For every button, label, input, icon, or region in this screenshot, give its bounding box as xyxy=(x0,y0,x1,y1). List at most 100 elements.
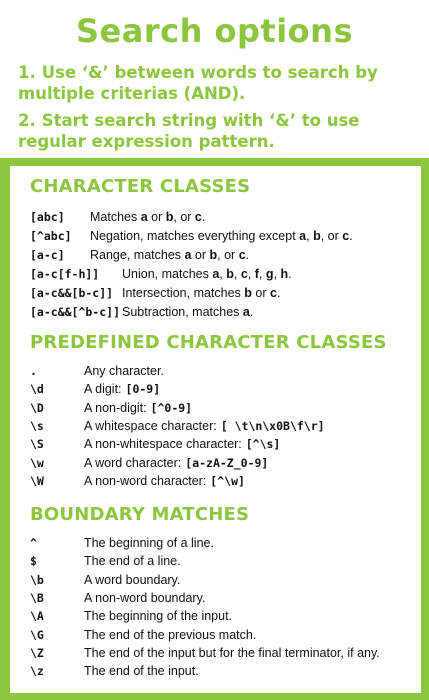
pattern-description: The end of the input but for the final t… xyxy=(84,645,380,660)
description-text: , xyxy=(233,267,241,281)
pattern-description: The end of the input. xyxy=(84,664,199,679)
description-text: . xyxy=(245,248,250,262)
pattern-description: The end of the previous match. xyxy=(84,627,257,642)
tip-text: Use ‘&’ between words to search by multi… xyxy=(18,63,378,103)
tip-number: 2. xyxy=(18,111,36,130)
pattern-code: [a-c&&[b-c]] xyxy=(30,286,114,300)
pattern-description: The beginning of a line. xyxy=(84,536,214,550)
tip-regex: 2. Start search string with ‘&’ to use re… xyxy=(18,110,418,152)
pattern-description: Matches a or b, or c. xyxy=(90,208,205,226)
section-title-boundary: BOUNDARY MATCHES xyxy=(30,504,250,525)
pattern-description: Subtraction, matches a. xyxy=(122,303,253,321)
pattern-description: A word character: [a-zA-Z_0-9] xyxy=(84,454,268,472)
pattern-code: [abc] xyxy=(30,210,65,224)
description-text: A non-word character: xyxy=(84,473,207,488)
highlighted-char: c xyxy=(238,248,246,262)
pattern-description: A non-word character: [^\w] xyxy=(84,472,245,490)
description-text: . xyxy=(288,267,292,281)
pattern-description: A non-word boundary. xyxy=(84,590,206,605)
reference-panel: CHARACTER CLASSES [abc] Matches a or b, o… xyxy=(10,166,421,693)
pattern-description: A whitespace character:[ \t\n\x0B\f\r] xyxy=(84,417,325,435)
pattern-code: \S xyxy=(30,437,44,452)
highlighted-char: a xyxy=(242,305,250,319)
description-text: Union, matches xyxy=(122,267,213,281)
description-text: . xyxy=(349,229,353,243)
highlighted-char: b xyxy=(244,286,252,300)
equivalent-pattern: [ \t\n\x0B\f\r] xyxy=(220,418,325,433)
section-title-predefined: PREDEFINED CHARACTER CLASSES xyxy=(30,332,387,353)
pattern-description: Negation, matches everything except a, b… xyxy=(90,227,353,245)
description-text: A non-digit: xyxy=(84,400,147,415)
pattern-code: \w xyxy=(30,455,44,470)
pattern-description: The beginning of the input. xyxy=(84,609,233,624)
pattern-code: [a-c&&[^b-c]] xyxy=(30,305,121,319)
description-text: or xyxy=(191,248,210,262)
page-title: Search options xyxy=(76,12,353,50)
description-text: A word character: xyxy=(84,455,182,470)
highlighted-char: h xyxy=(280,267,289,281)
pattern-code: . xyxy=(30,364,37,378)
header: Search options 1. Use ‘&’ between words t… xyxy=(0,0,429,158)
pattern-description: Intersection, matches b or c. xyxy=(122,284,280,302)
description-text: A whitespace character: xyxy=(84,418,217,433)
description-text: A digit: xyxy=(84,382,122,397)
highlighted-char: a xyxy=(140,210,148,224)
equivalent-pattern: [0-9] xyxy=(125,382,161,397)
pattern-code: \b xyxy=(30,572,44,587)
pattern-code: \s xyxy=(30,418,44,433)
description-text: , xyxy=(258,267,266,281)
highlighted-char: g xyxy=(265,267,274,281)
pattern-code: \Z xyxy=(30,645,44,660)
description-text: , or xyxy=(320,229,343,243)
equivalent-pattern: [a-zA-Z_0-9] xyxy=(185,455,269,470)
equivalent-pattern: [^\w] xyxy=(210,473,245,488)
description-text: , or xyxy=(217,248,239,262)
description-text: Any character. xyxy=(84,364,164,378)
pattern-code: \A xyxy=(30,609,44,624)
pattern-code: \d xyxy=(30,382,44,397)
pattern-description: A non-digit: [^0-9] xyxy=(84,399,192,417)
description-text: or xyxy=(147,210,166,224)
description-text: , xyxy=(247,267,255,281)
description-text: . xyxy=(249,305,254,319)
pattern-code: ^ xyxy=(30,536,37,550)
pattern-code: \G xyxy=(30,627,44,642)
pattern-code: $ xyxy=(30,554,37,569)
tip-and-search: 1. Use ‘&’ between words to search by mul… xyxy=(18,62,418,104)
highlighted-char: c xyxy=(269,286,277,300)
pattern-code: [a-c] xyxy=(30,248,65,262)
pattern-code: [^abc] xyxy=(30,229,72,243)
equivalent-pattern: [^0-9] xyxy=(150,400,193,415)
description-text: Negation, matches everything except xyxy=(90,229,300,243)
tip-number: 1. xyxy=(18,63,36,82)
pattern-code: \W xyxy=(30,473,44,488)
description-text: Range, matches xyxy=(90,248,185,262)
equivalent-pattern: [^\s] xyxy=(245,437,281,452)
tip-text: Start search string with ‘&’ to use regu… xyxy=(18,111,360,151)
description-text: Intersection, matches xyxy=(122,286,245,300)
pattern-description: A non-whitespace character: [^\s] xyxy=(84,435,280,453)
description-text: . xyxy=(201,210,206,224)
description-text: A non-whitespace character: xyxy=(84,437,242,452)
description-text: or xyxy=(251,286,270,300)
pattern-description: The end of a line. xyxy=(84,554,181,569)
pattern-code: \D xyxy=(30,400,44,415)
highlighted-char: b xyxy=(313,229,321,243)
pattern-code: \z xyxy=(30,664,44,679)
highlighted-char: b xyxy=(209,248,218,262)
section-title-character-classes: CHARACTER CLASSES xyxy=(30,176,251,197)
highlighted-char: b xyxy=(226,267,234,281)
pattern-description: A digit: [0-9] xyxy=(84,380,160,398)
highlighted-char: c xyxy=(240,267,248,281)
description-text: Matches xyxy=(90,210,141,224)
pattern-code: [a-c[f-h]] xyxy=(30,267,100,281)
description-text: , or xyxy=(173,210,195,224)
pattern-description: Union, matches a, b, c, f, g, h. xyxy=(122,265,292,283)
pattern-description: A word boundary. xyxy=(84,572,181,587)
pattern-code: \B xyxy=(30,590,44,605)
pattern-description: Range, matches a or b, or c. xyxy=(90,246,249,264)
highlighted-char: c xyxy=(194,210,202,224)
description-text: . xyxy=(276,286,281,300)
pattern-description: Any character. xyxy=(84,362,164,380)
description-text: Subtraction, matches xyxy=(122,305,243,319)
